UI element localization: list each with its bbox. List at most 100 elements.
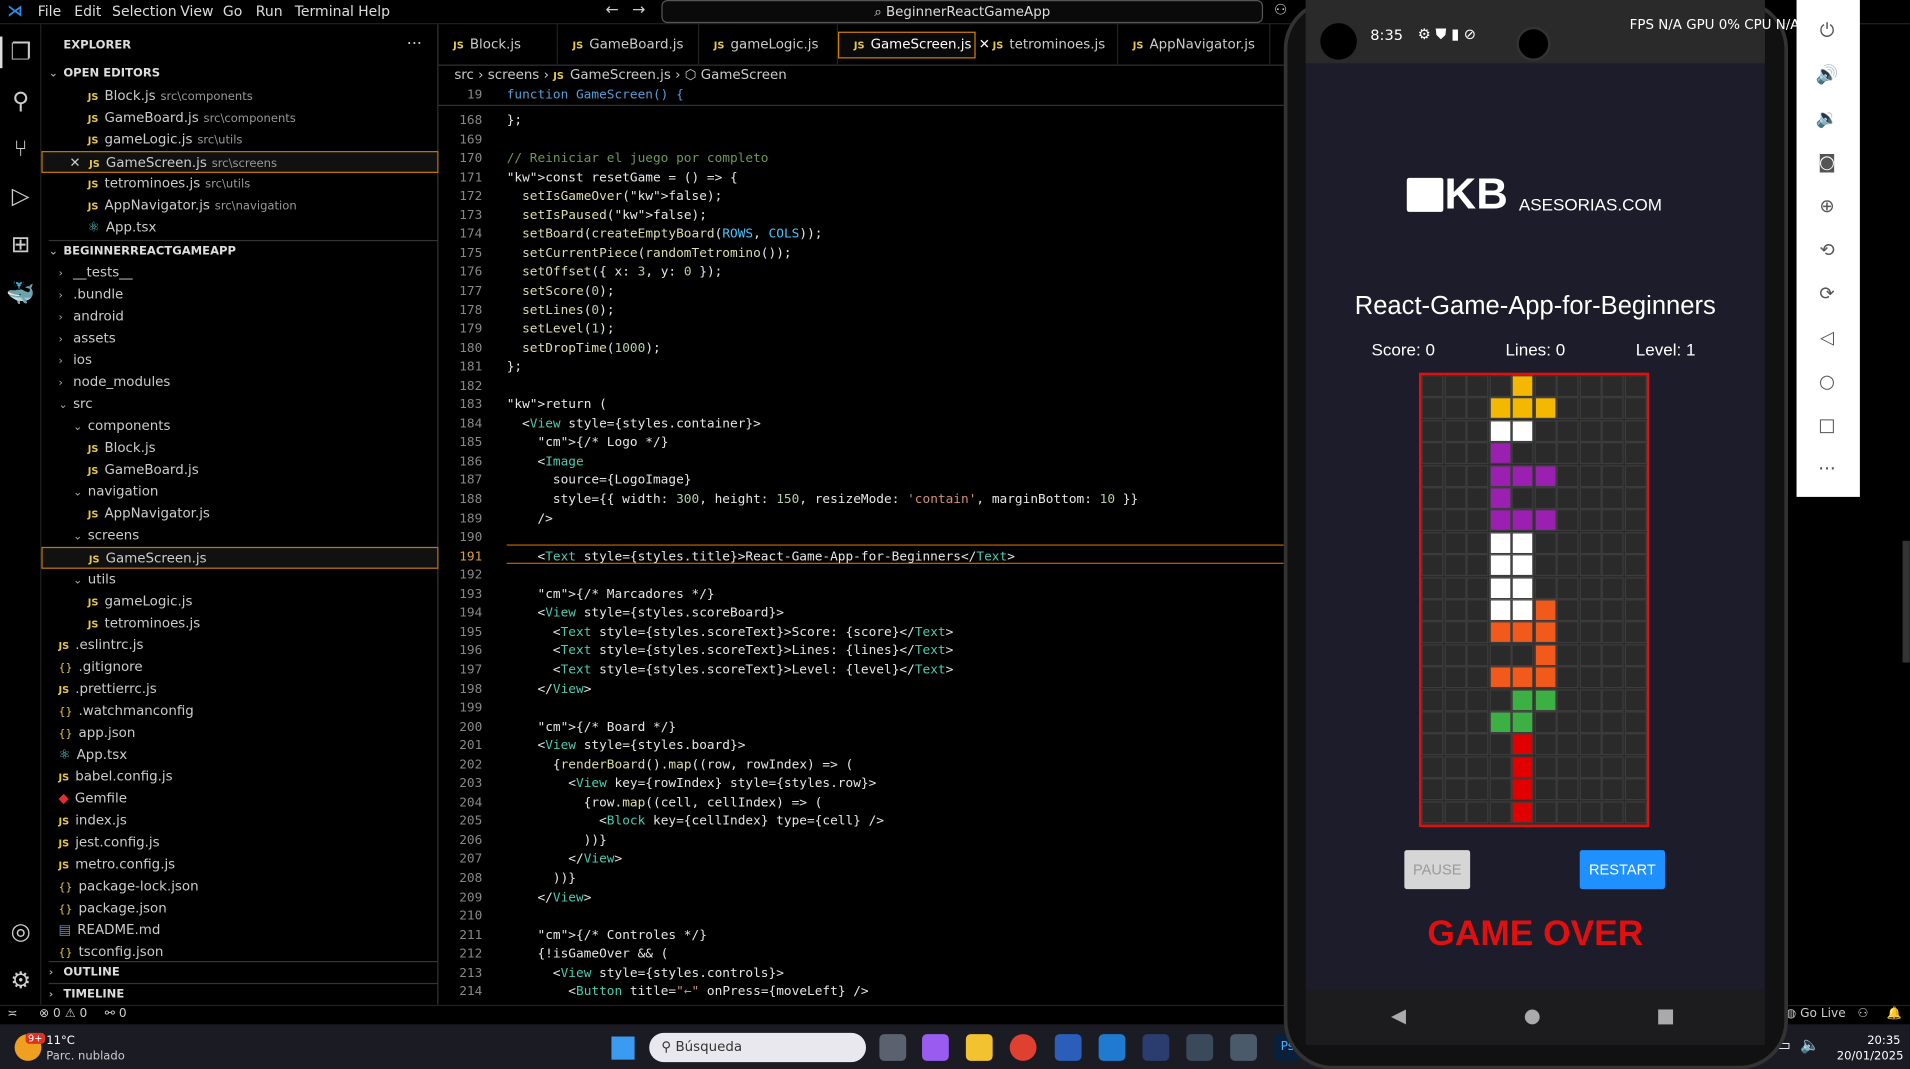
menu-run[interactable]: Run — [256, 2, 283, 19]
tree-folder[interactable]: › __tests__ — [41, 262, 438, 284]
problems-indicator[interactable]: ⊗ 0 ⚠ 0 — [39, 1007, 87, 1020]
code-line[interactable]: <Text style={styles.scoreText}>Score: {s… — [507, 625, 953, 640]
minimap-scrollbar[interactable] — [1902, 540, 1910, 663]
rotate-left-icon[interactable]: ⟲ — [1814, 236, 1841, 263]
explorer-icon[interactable]: ❐ — [5, 37, 37, 69]
tree-folder[interactable]: › ios — [41, 350, 438, 372]
breadcrumb-screens[interactable]: screens — [488, 67, 540, 83]
code-line[interactable]: {!isGameOver && ( — [507, 947, 668, 962]
tree-folder[interactable]: › android — [41, 306, 438, 328]
tree-file[interactable]: JS Block.js — [41, 437, 438, 459]
tree-file[interactable]: JS tetrominoes.js — [41, 613, 438, 635]
code-line[interactable]: <View style={styles.board}> — [507, 738, 745, 753]
breadcrumb-file[interactable]: GameScreen.js — [570, 67, 671, 83]
tree-folder[interactable]: ⌄ utils — [41, 569, 438, 591]
code-line[interactable]: "cm">{/* Logo */} — [507, 435, 668, 450]
source-control-icon[interactable]: ⑂ — [5, 133, 37, 165]
code-line[interactable]: <Button title="←" onPress={moveLeft} /> — [507, 985, 868, 1000]
ports-indicator[interactable]: ⚯ 0 — [105, 1007, 127, 1020]
docker-icon[interactable]: 🐳 — [5, 278, 37, 310]
tree-file[interactable]: ⚛ App.tsx — [41, 744, 438, 766]
code-line[interactable]: <View style={styles.scoreBoard}> — [507, 606, 783, 621]
tree-file[interactable]: JS GameScreen.js — [41, 546, 439, 569]
code-line[interactable]: {row.map((cell, cellIndex) => ( — [507, 795, 823, 810]
extensions-icon[interactable]: ⊞ — [5, 229, 37, 261]
code-line[interactable]: setBoard(createEmptyBoard(ROWS, COLS)); — [507, 227, 822, 242]
tree-file[interactable]: {} .gitignore — [41, 657, 438, 679]
code-line[interactable]: setScore(0); — [507, 284, 614, 299]
power-icon[interactable]: ⏻ — [1814, 17, 1841, 44]
code-line[interactable]: ))} — [507, 833, 607, 848]
menu-edit[interactable]: Edit — [74, 2, 101, 19]
tree-folder[interactable]: ⌄ screens — [41, 525, 438, 547]
volume-up-icon[interactable]: 🔊 — [1814, 61, 1841, 88]
code-line[interactable]: <Text style={styles.scoreText}>Lines: {l… — [507, 644, 953, 659]
code-line[interactable]: setLevel(1); — [507, 322, 614, 337]
tree-file[interactable]: JS .prettierrc.js — [41, 678, 438, 700]
back-nav-icon[interactable]: ◀ — [1391, 1004, 1406, 1027]
home-icon[interactable]: ○ — [1814, 368, 1841, 395]
command-center[interactable]: ⌕ BeginnerReactGameApp — [661, 0, 1264, 24]
code-line[interactable]: "kw">return ( — [507, 397, 607, 412]
menu-help[interactable]: Help — [358, 2, 390, 19]
code-line[interactable]: "cm">{/* Marcadores */} — [507, 587, 714, 602]
copilot-app-icon[interactable] — [922, 1034, 949, 1061]
volume-down-icon[interactable]: 🔉 — [1814, 105, 1841, 132]
close-icon[interactable]: ✕ — [69, 155, 80, 171]
sticky-scroll[interactable]: 19 function GameScreen() { — [438, 85, 1284, 106]
clock-time[interactable]: 20:35 — [1867, 1034, 1900, 1047]
menu-view[interactable]: View — [180, 2, 213, 19]
tree-file[interactable]: JS index.js — [41, 810, 438, 832]
tree-file[interactable]: JS gameLogic.js — [41, 591, 438, 613]
tree-file[interactable]: JS GameBoard.js — [41, 459, 438, 481]
home-nav-icon[interactable]: ● — [1524, 1004, 1541, 1027]
remote-icon[interactable]: ≍ — [7, 1007, 17, 1020]
tree-file[interactable]: JS babel.config.js — [41, 766, 438, 788]
menu-file[interactable]: File — [38, 2, 61, 19]
taskbar-search[interactable]: ⚲ Búsqueda — [649, 1032, 866, 1063]
minimap[interactable] — [1788, 496, 1910, 1005]
code-line[interactable]: /> — [507, 511, 552, 526]
menu-selection[interactable]: Selection — [112, 2, 177, 19]
vscode-app-icon[interactable] — [1098, 1034, 1126, 1061]
code-line[interactable]: // Reiniciar el juego por completo — [507, 151, 769, 166]
run-debug-icon[interactable]: ▷ — [5, 180, 37, 212]
more-icon[interactable]: ··· — [1814, 456, 1841, 483]
tab-gamescreen[interactable]: JS GameScreen.js ✕ — [837, 31, 990, 59]
open-editor-item[interactable]: JS AppNavigator.js src\navigation — [41, 195, 438, 217]
breadcrumb-symbol[interactable]: GameScreen — [701, 67, 787, 83]
rotate-right-icon[interactable]: ⟳ — [1814, 280, 1841, 307]
project-header[interactable]: ⌄ BEGINNERREACTGAMEAPP — [48, 239, 446, 262]
tree-file[interactable]: JS jest.config.js — [41, 832, 438, 854]
emulator-app-icon[interactable] — [1230, 1034, 1257, 1061]
overview-icon[interactable]: □ — [1814, 412, 1841, 439]
restart-button[interactable]: RESTART — [1579, 850, 1666, 890]
code-line[interactable]: <Block key={cellIndex} type={cell} /> — [507, 814, 884, 829]
code-line[interactable]: <View key={rowIndex} style={styles.row}> — [507, 776, 876, 791]
tree-folder[interactable]: ⌄ components — [41, 415, 438, 437]
more-actions-icon[interactable]: ··· — [407, 35, 422, 53]
forward-arrow-icon[interactable]: → — [632, 1, 645, 19]
code-line[interactable]: <View style={styles.container}> — [507, 416, 761, 431]
task-view-icon[interactable] — [879, 1034, 907, 1061]
menu-terminal[interactable]: Terminal — [295, 2, 354, 19]
outline-header[interactable]: › OUTLINE — [48, 961, 446, 983]
pause-button[interactable]: PAUSE — [1404, 850, 1471, 890]
tree-folder[interactable]: › .bundle — [41, 284, 438, 306]
tree-file[interactable]: JS metro.config.js — [41, 854, 438, 876]
code-line[interactable]: }; — [507, 113, 522, 128]
open-editor-item[interactable]: ✕ JS GameScreen.js src\screens — [41, 151, 439, 173]
code-line[interactable]: </View> — [507, 681, 591, 696]
go-live-button[interactable]: ◍ Go Live — [1786, 1007, 1846, 1020]
tree-folder[interactable]: › assets — [41, 328, 438, 350]
tree-folder[interactable]: ⌄ navigation — [41, 481, 438, 503]
tree-file[interactable]: ◆ Gemfile — [41, 788, 438, 810]
tab-appnavigator[interactable]: JS AppNavigator.js — [1118, 24, 1271, 66]
open-editor-item[interactable]: JS GameBoard.js src\components — [41, 107, 438, 129]
code-line[interactable]: </View> — [507, 890, 591, 905]
code-line[interactable]: }; — [507, 359, 522, 374]
code-line[interactable]: ))} — [507, 871, 576, 886]
code-line[interactable]: "kw">const resetGame = () => { — [507, 170, 738, 185]
chrome-icon[interactable] — [1009, 1034, 1037, 1061]
code-line[interactable]: "cm">{/* Board */} — [507, 719, 676, 734]
